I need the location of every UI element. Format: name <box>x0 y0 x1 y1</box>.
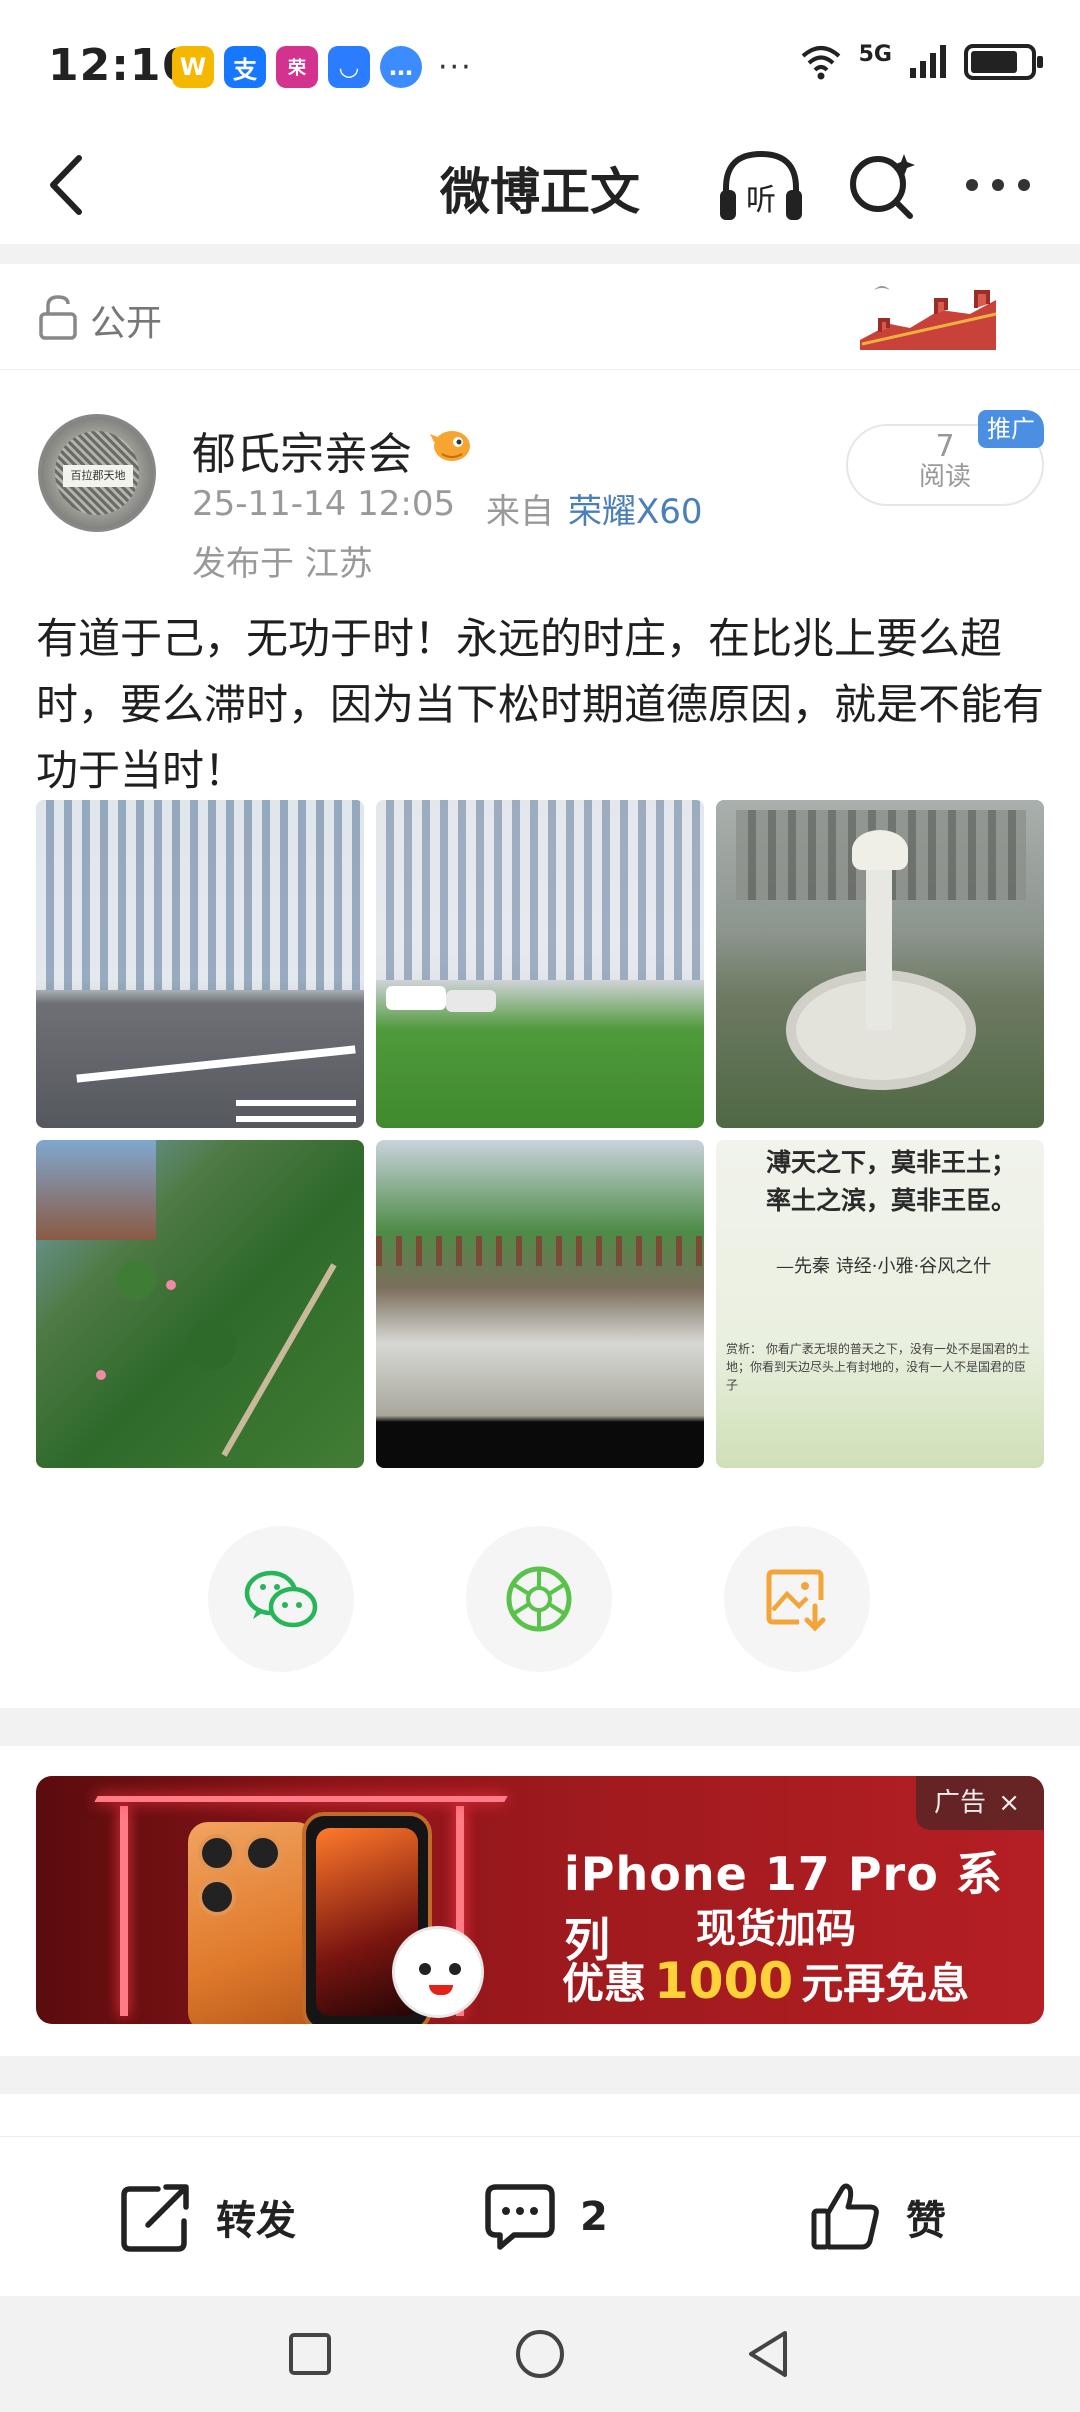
status-bar: 12:16 W 支 荣 ◡ … ··· 5G <box>0 0 1080 130</box>
ad-offer-suffix: 元再免息 <box>801 1959 970 2008</box>
read-label: 阅读 <box>918 462 971 492</box>
poem-note: 赏析： 你看广袤无垠的普天之下，没有一处不是国君的土地；你看到天边尽头上有封地的… <box>726 1342 1030 1392</box>
repost-label: 转发 <box>216 2198 296 2244</box>
section-divider <box>0 2056 1080 2094</box>
author-name[interactable]: 郁氏宗亲会 <box>192 418 412 482</box>
post-image-2[interactable] <box>376 800 704 1128</box>
listen-button[interactable]: 听 <box>716 146 806 226</box>
honor-store-app-icon: ◡ <box>328 46 370 88</box>
back-nav-button[interactable] <box>736 2322 800 2386</box>
post-image-5[interactable] <box>376 1140 704 1468</box>
triangle-back-icon <box>749 2331 787 2377</box>
avatar[interactable]: 百拉郡天地 <box>38 414 156 532</box>
message-app-icon: … <box>380 46 422 88</box>
post-timestamp: 25-11-14 12:05 <box>192 484 456 524</box>
comment-count: 2 <box>580 2194 608 2240</box>
search-button[interactable] <box>844 148 920 224</box>
wechat-icon <box>244 1570 318 1628</box>
visibility-label: 公开 <box>90 303 163 344</box>
promo-badge: 推广 <box>978 410 1044 448</box>
comment-button[interactable]: 2 <box>482 2181 608 2253</box>
more-dot-icon <box>1018 179 1030 191</box>
weibo-app-icon: W <box>172 46 214 88</box>
more-options-button[interactable] <box>960 160 1036 210</box>
section-divider <box>0 244 1080 264</box>
more-dot-icon <box>992 179 1004 191</box>
like-button[interactable]: 赞 <box>808 2181 946 2253</box>
wechat-share-button[interactable] <box>208 1526 354 1672</box>
comment-icon <box>485 2184 555 2250</box>
poem-lines: 溥天之下，莫非王土； 率土之滨，莫非王臣。 <box>766 1144 1016 1220</box>
ad-mascot-image <box>392 1926 484 2018</box>
repost-button[interactable]: 转发 <box>118 2181 296 2253</box>
thumbs-up-icon <box>811 2183 879 2250</box>
square-icon <box>289 2333 331 2375</box>
post-image-1[interactable] <box>36 800 364 1128</box>
more-notifications-indicator: ··· <box>438 49 473 85</box>
save-image-button[interactable] <box>724 1526 870 1672</box>
post-body-text: 有道于己，无功于时！永远的时庄，在比兆上要么超时，要么滞时，因为当下松时期道德原… <box>36 614 1045 795</box>
like-label: 赞 <box>906 2198 946 2244</box>
post-image-3[interactable] <box>716 800 1044 1128</box>
search-icon <box>850 154 915 219</box>
save-image-icon <box>766 1569 826 1632</box>
promo-app-icon: 荣 <box>276 46 318 88</box>
section-divider <box>0 1708 1080 1746</box>
ad-offer-amount: 1000 <box>654 1952 794 2010</box>
post-source-prefix: 来自 <box>486 492 554 532</box>
headphones-icon: 听 <box>720 150 802 220</box>
great-wall-decoration <box>860 286 997 350</box>
ad-offer-line: 优惠 1000 元再免息 <box>562 1950 969 2011</box>
post-image-4[interactable] <box>36 1140 364 1468</box>
aperture-icon <box>506 1566 572 1632</box>
visibility-row: 公开 <box>0 264 1080 370</box>
ad-phone-back-image <box>188 1822 316 2024</box>
signal-icon <box>910 45 946 78</box>
wifi-icon <box>801 46 840 80</box>
top-app-bar: 微博正文 听 <box>0 130 1080 240</box>
poem-line-1: 溥天之下，莫非王土； <box>766 1148 1017 1177</box>
ad-banner[interactable]: iPhone 17 Pro 系列 现货加码 优惠 1000 元再免息 广告 × <box>36 1776 1044 2024</box>
avatar-badge-text: 百拉郡天地 <box>63 465 133 487</box>
notification-icons: W 支 荣 ◡ … ··· <box>172 46 473 88</box>
ad-close-tag[interactable]: 广告 × <box>916 1776 1044 1830</box>
alipay-app-icon: 支 <box>224 46 266 88</box>
system-navigation-bar <box>0 2296 1080 2412</box>
recent-apps-button[interactable] <box>278 2322 342 2386</box>
post-location: 发布于 江苏 <box>192 544 373 584</box>
more-dot-icon <box>966 179 978 191</box>
fan-badge-icon[interactable] <box>428 420 474 466</box>
post-device-link[interactable]: 荣耀X60 <box>568 484 703 533</box>
circle-icon <box>516 2330 564 2378</box>
post-action-bar: 转发 2 赞 <box>0 2136 1080 2296</box>
ad-label: 广告 <box>934 1788 987 1818</box>
moments-share-button[interactable] <box>466 1526 612 1672</box>
ad-subline: 现货加码 <box>696 1906 856 1952</box>
battery-icon <box>964 44 1043 80</box>
network-type-label: 5G <box>858 41 892 67</box>
unlock-icon <box>39 295 77 340</box>
poem-line-2: 率土之滨，莫非王臣。 <box>766 1186 1017 1215</box>
poem-source: —先秦 诗经·小雅·谷风之什 <box>776 1256 992 1277</box>
home-button[interactable] <box>508 2322 572 2386</box>
share-arrow-icon <box>121 2184 189 2252</box>
post-image-6[interactable]: 溥天之下，莫非王土； 率土之滨，莫非王臣。 —先秦 诗经·小雅·谷风之什 赏析：… <box>716 1140 1044 1468</box>
listen-label: 听 <box>746 183 776 218</box>
close-icon: × <box>998 1788 1021 1818</box>
ad-offer-prefix: 优惠 <box>562 1959 647 2008</box>
